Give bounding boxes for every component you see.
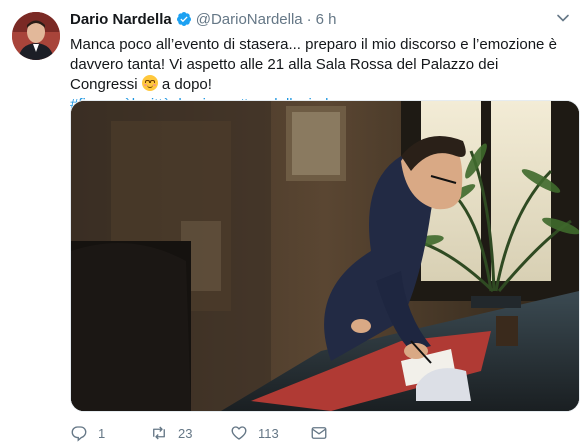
retweet-icon [153,426,165,440]
office-photo [71,101,579,411]
tweet[interactable]: Dario Nardella @DarioNardella · 6 h Manc… [0,0,586,446]
like-button[interactable]: 113 [230,424,310,442]
envelope-icon [311,427,327,439]
timestamp[interactable]: 6 h [316,11,337,28]
reply-button[interactable]: 1 [70,424,150,442]
author-handle[interactable]: @DarioNardella [196,11,303,28]
verified-badge-icon [176,12,191,26]
reply-count: 1 [98,425,106,441]
chevron-down-icon[interactable] [556,11,570,25]
avatar-photo [12,12,60,60]
header-separator: · [306,10,312,28]
reply-icon [71,426,87,442]
tweet-actions: 1 23 113 [70,424,340,442]
direct-message-button[interactable] [310,424,340,442]
retweet-button[interactable]: 23 [150,424,230,442]
author-name[interactable]: Dario Nardella [70,11,172,28]
heart-icon [231,426,247,440]
avatar[interactable] [12,12,60,60]
like-count: 113 [258,425,279,441]
smiling-face-emoji-icon [141,75,158,91]
retweet-count: 23 [178,425,193,441]
tweet-photo[interactable] [70,100,580,412]
tweet-text-end: a dopo! [161,76,212,93]
